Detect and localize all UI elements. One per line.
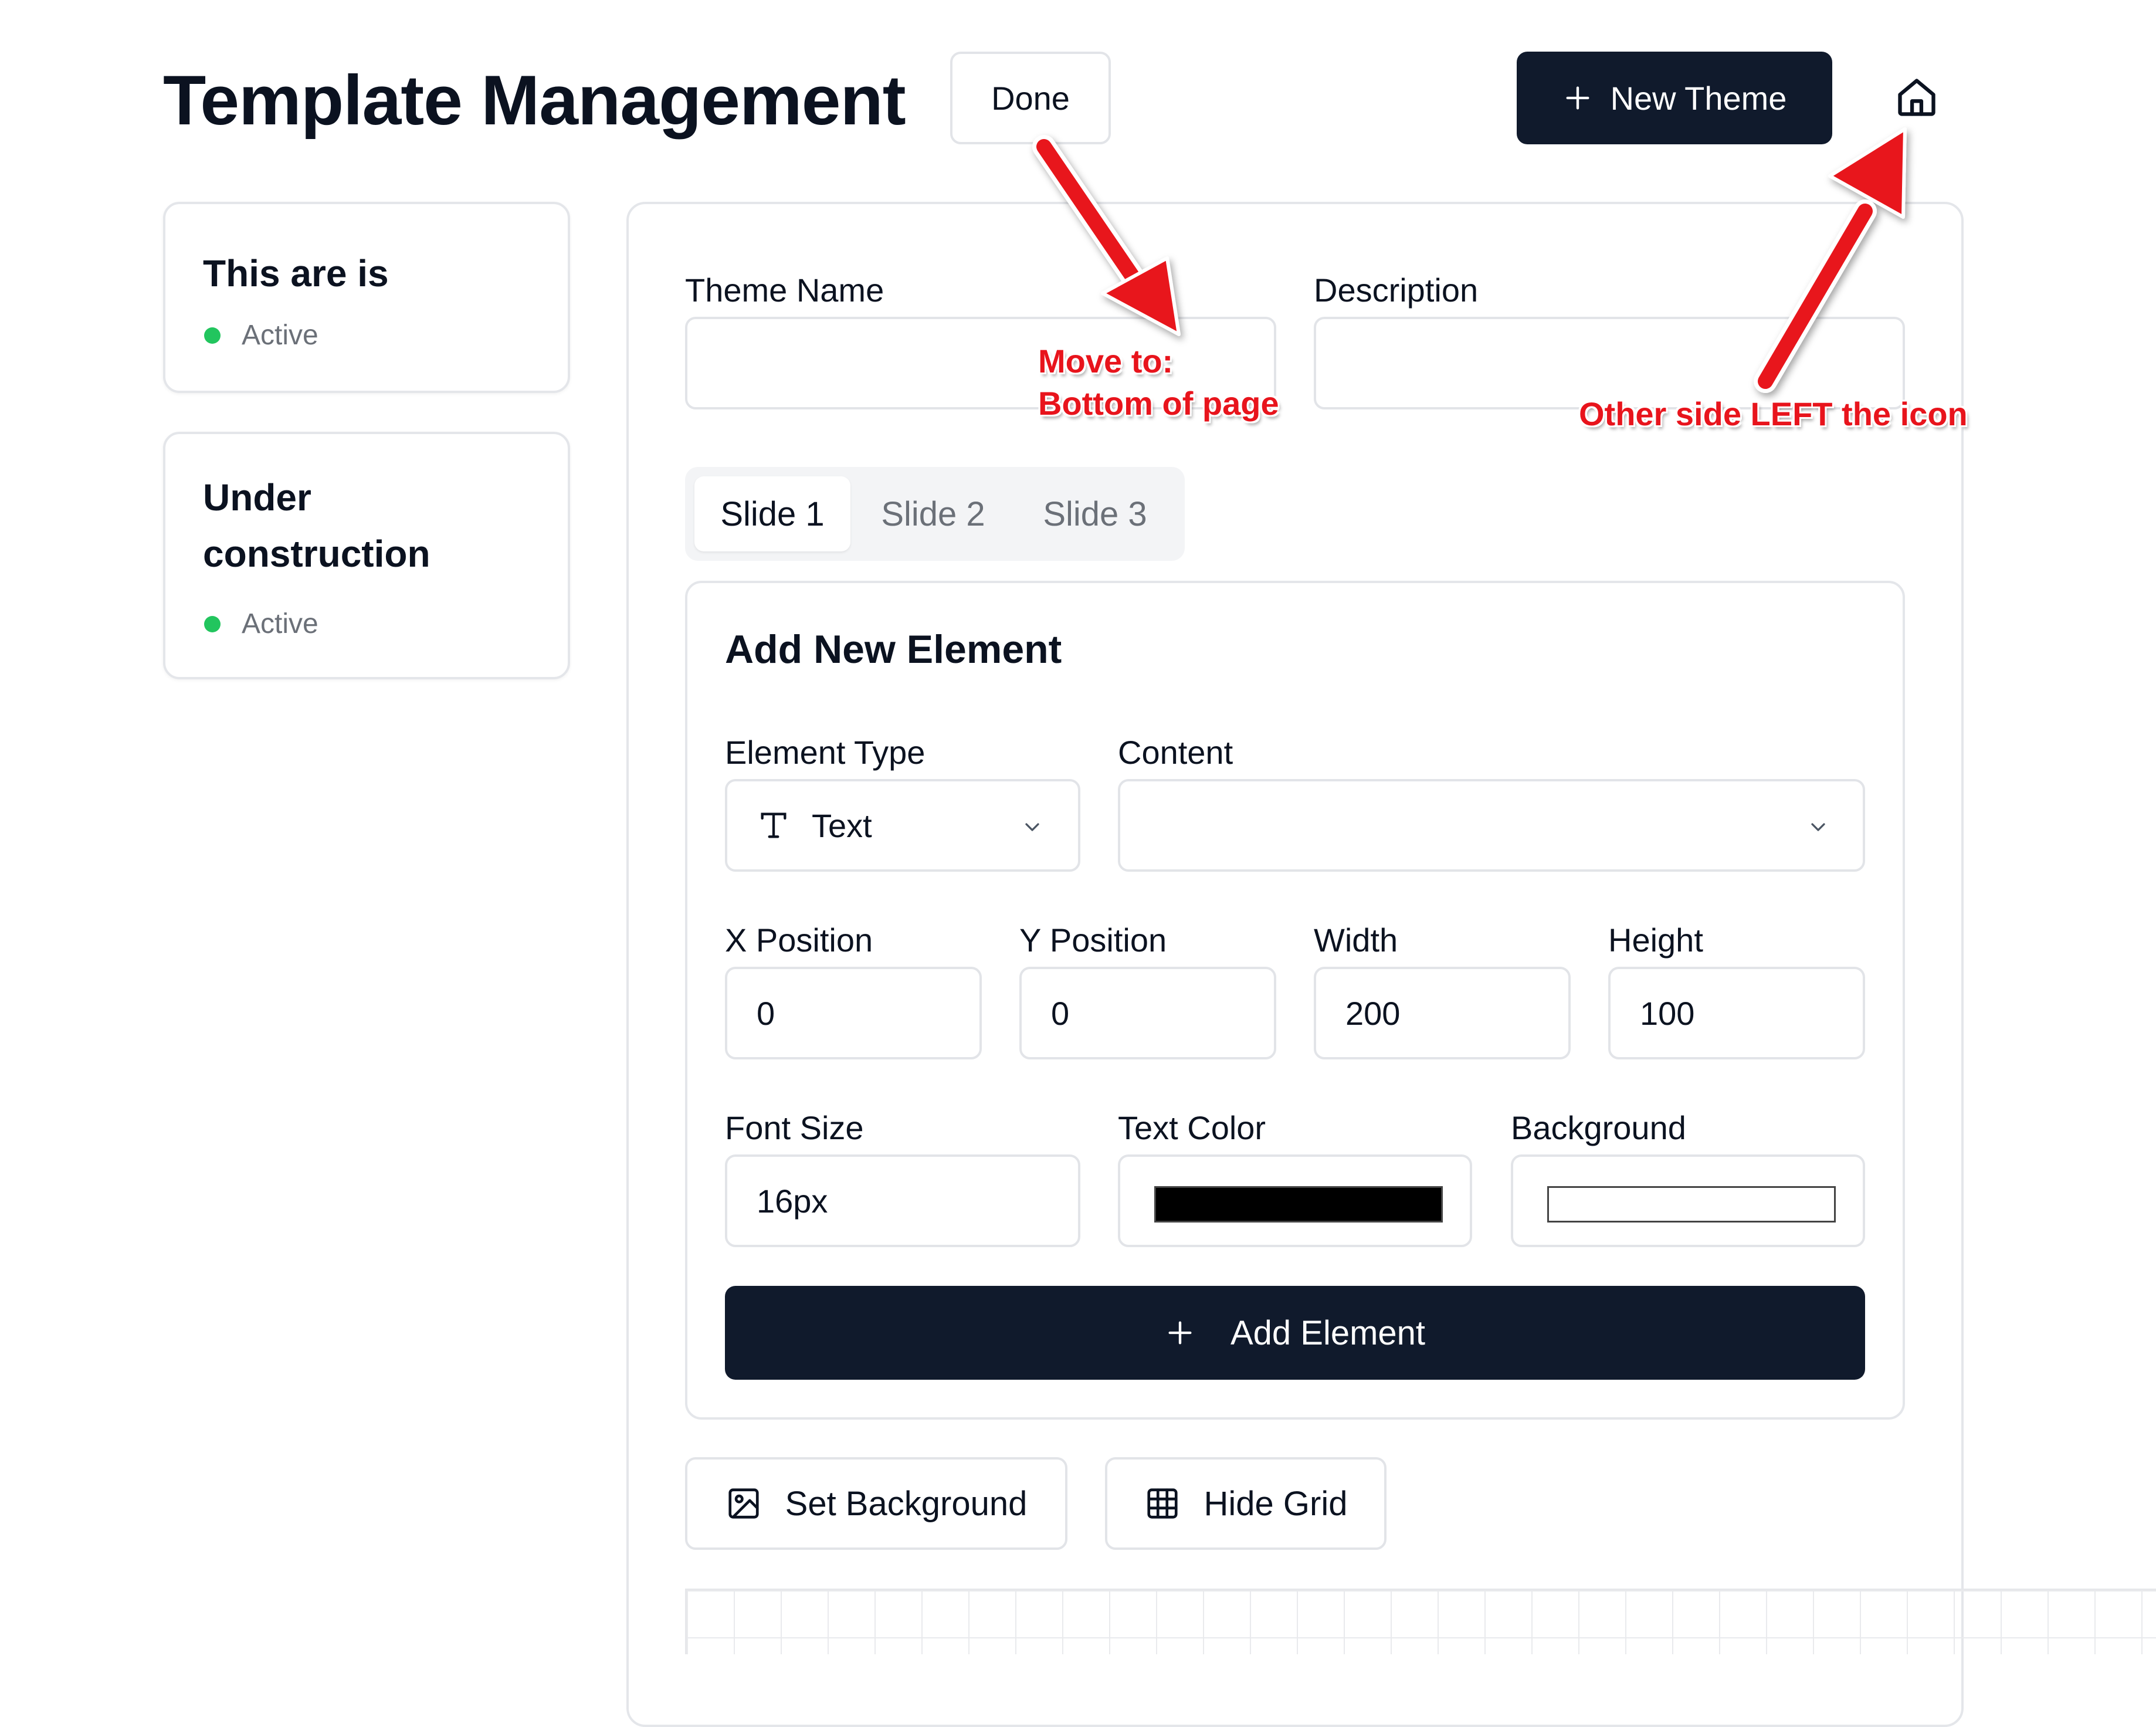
- width-label: Width: [1314, 922, 1398, 959]
- home-icon[interactable]: [1894, 75, 1939, 120]
- plus-icon: [1566, 86, 1589, 110]
- set-background-button[interactable]: Set Background: [685, 1457, 1067, 1550]
- width-input[interactable]: 200: [1314, 967, 1571, 1059]
- page-title: Template Management: [163, 61, 906, 140]
- add-element-label: Add Element: [1230, 1313, 1426, 1352]
- plus-icon: [1168, 1321, 1192, 1345]
- content-select[interactable]: [1118, 779, 1865, 872]
- status-label: Active: [242, 608, 318, 639]
- annotation-icon-note: Other side LEFT the icon: [1579, 395, 1968, 432]
- status-dot: [204, 327, 221, 344]
- sidebar-item-theme-1[interactable]: This are is Active: [163, 202, 570, 393]
- chevron-down-icon: [1025, 823, 1039, 831]
- chevron-down-icon: [1811, 823, 1825, 831]
- text-color-label: Text Color: [1118, 1109, 1266, 1146]
- background-label: Background: [1511, 1109, 1686, 1146]
- text-type-icon: [761, 812, 787, 838]
- hide-grid-button[interactable]: Hide Grid: [1105, 1457, 1387, 1550]
- font-size-input[interactable]: 16px: [725, 1154, 1080, 1247]
- image-icon: [728, 1488, 759, 1519]
- slide-tabs: Slide 1 Slide 2 Slide 3: [685, 467, 1185, 561]
- status-badge: Active: [204, 608, 318, 640]
- add-element-heading: Add New Element: [725, 627, 1062, 672]
- y-position-label: Y Position: [1019, 922, 1167, 959]
- height-input[interactable]: 100: [1608, 967, 1865, 1059]
- description-label: Description: [1314, 272, 1479, 309]
- element-type-value: Text: [812, 807, 872, 844]
- slide-canvas-grid[interactable]: [685, 1589, 2156, 1654]
- annotation-move-note: Move to: Bottom of page: [1038, 340, 1279, 425]
- status-label: Active: [242, 320, 318, 351]
- y-position-input[interactable]: 0: [1019, 967, 1276, 1059]
- status-badge: Active: [204, 319, 318, 351]
- x-position-label: X Position: [725, 922, 873, 959]
- tab-slide-3[interactable]: Slide 3: [1017, 476, 1173, 551]
- new-theme-button[interactable]: New Theme: [1517, 52, 1832, 144]
- background-color-swatch: [1547, 1186, 1836, 1223]
- text-color-swatch: [1154, 1186, 1443, 1223]
- status-dot: [204, 615, 221, 632]
- font-size-label: Font Size: [725, 1109, 864, 1146]
- sidebar-item-theme-2[interactable]: Under construction Active: [163, 432, 570, 679]
- done-button[interactable]: Done: [950, 52, 1111, 144]
- element-type-label: Element Type: [725, 734, 926, 771]
- add-element-button[interactable]: Add Element: [725, 1286, 1865, 1380]
- element-type-select[interactable]: Text: [725, 779, 1080, 872]
- theme-name-label: Theme Name: [685, 272, 884, 309]
- new-theme-label: New Theme: [1610, 79, 1787, 117]
- annotation-line: Move to:: [1038, 343, 1174, 380]
- theme-card-title: Under construction: [203, 476, 430, 575]
- tab-slide-1[interactable]: Slide 1: [694, 476, 850, 551]
- theme-card-title: This are is: [203, 252, 389, 294]
- content-label: Content: [1118, 734, 1233, 771]
- height-label: Height: [1608, 922, 1703, 959]
- set-background-label: Set Background: [785, 1484, 1028, 1523]
- x-position-input[interactable]: 0: [725, 967, 982, 1059]
- background-color-picker[interactable]: [1511, 1154, 1865, 1247]
- grid-icon: [1147, 1488, 1178, 1519]
- tab-slide-2[interactable]: Slide 2: [855, 476, 1011, 551]
- text-color-picker[interactable]: [1118, 1154, 1472, 1247]
- hide-grid-label: Hide Grid: [1204, 1484, 1348, 1523]
- annotation-line: Bottom of page: [1038, 385, 1279, 422]
